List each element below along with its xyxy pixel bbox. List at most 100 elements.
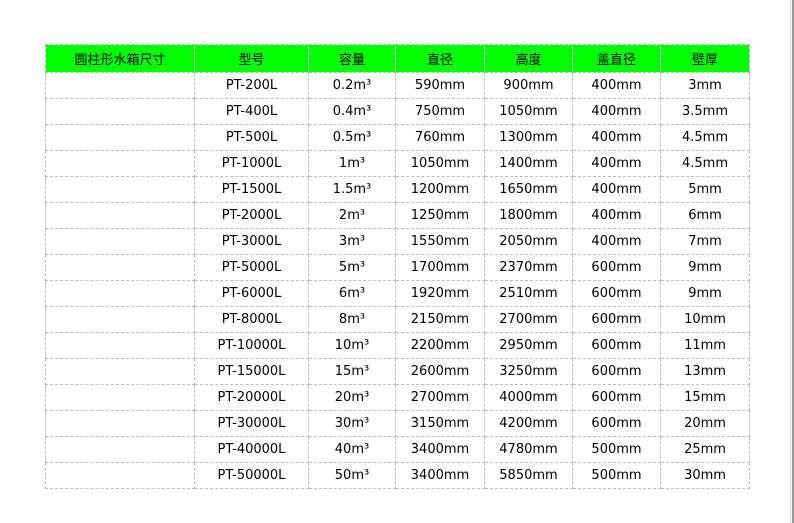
cell-lid-diameter: 400mm — [572, 202, 661, 229]
cell-wall-thickness: 7mm — [660, 228, 750, 255]
cell-tank-size — [45, 176, 195, 203]
tank-dimensions-table: 圆柱形水箱尺寸 型号 容量 直径 高度 盖直径 壁厚 PT-200L 0.2m³ 5… — [45, 44, 750, 489]
header-diameter: 直径 — [395, 44, 485, 73]
cell-tank-size — [45, 254, 195, 281]
table-row: PT-500L 0.5m³ 760mm 1300mm 400mm 4.5mm — [45, 124, 750, 151]
cell-height: 4000mm — [484, 384, 573, 411]
table-row: PT-10000L 10m³ 2200mm 2950mm 600mm 11mm — [45, 332, 750, 359]
window-border-inner — [790, 0, 791, 523]
cell-model: PT-15000L — [194, 358, 309, 385]
cell-height: 1300mm — [484, 124, 573, 151]
cell-wall-thickness: 30mm — [660, 462, 750, 489]
cell-lid-diameter: 600mm — [572, 358, 661, 385]
cell-diameter: 1200mm — [395, 176, 485, 203]
table-row: PT-1500L 1.5m³ 1200mm 1650mm 400mm 5mm — [45, 176, 750, 203]
cell-capacity: 0.4m³ — [308, 98, 396, 125]
table-row: PT-50000L 50m³ 3400mm 5850mm 500mm 30mm — [45, 462, 750, 489]
cell-height: 2700mm — [484, 306, 573, 333]
cell-model: PT-1000L — [194, 150, 309, 177]
cell-diameter: 1250mm — [395, 202, 485, 229]
cell-diameter: 3150mm — [395, 410, 485, 437]
cell-wall-thickness: 25mm — [660, 436, 750, 463]
cell-lid-diameter: 500mm — [572, 462, 661, 489]
cell-model: PT-6000L — [194, 280, 309, 307]
cell-height: 1650mm — [484, 176, 573, 203]
cell-lid-diameter: 400mm — [572, 72, 661, 99]
cell-model: PT-5000L — [194, 254, 309, 281]
table-row: PT-2000L 2m³ 1250mm 1800mm 400mm 6mm — [45, 202, 750, 229]
cell-capacity: 40m³ — [308, 436, 396, 463]
cell-model: PT-3000L — [194, 228, 309, 255]
cell-model: PT-2000L — [194, 202, 309, 229]
table-row: PT-200L 0.2m³ 590mm 900mm 400mm 3mm — [45, 72, 750, 99]
cell-height: 900mm — [484, 72, 573, 99]
table-row: PT-5000L 5m³ 1700mm 2370mm 600mm 9mm — [45, 254, 750, 281]
cell-model: PT-50000L — [194, 462, 309, 489]
cell-tank-size — [45, 384, 195, 411]
cell-wall-thickness: 13mm — [660, 358, 750, 385]
cell-diameter: 2200mm — [395, 332, 485, 359]
cell-capacity: 2m³ — [308, 202, 396, 229]
cell-capacity: 5m³ — [308, 254, 396, 281]
header-capacity: 容量 — [308, 44, 396, 73]
table-header-row: 圆柱形水箱尺寸 型号 容量 直径 高度 盖直径 壁厚 — [45, 44, 750, 73]
cell-diameter: 750mm — [395, 98, 485, 125]
cell-capacity: 0.2m³ — [308, 72, 396, 99]
cell-capacity: 1m³ — [308, 150, 396, 177]
cell-diameter: 3400mm — [395, 462, 485, 489]
cell-tank-size — [45, 332, 195, 359]
cell-tank-size — [45, 306, 195, 333]
cell-wall-thickness: 15mm — [660, 384, 750, 411]
cell-wall-thickness: 4.5mm — [660, 150, 750, 177]
cell-lid-diameter: 400mm — [572, 228, 661, 255]
cell-capacity: 8m³ — [308, 306, 396, 333]
cell-capacity: 6m³ — [308, 280, 396, 307]
cell-diameter: 760mm — [395, 124, 485, 151]
cell-wall-thickness: 11mm — [660, 332, 750, 359]
cell-capacity: 50m³ — [308, 462, 396, 489]
table-row: PT-40000L 40m³ 3400mm 4780mm 500mm 25mm — [45, 436, 750, 463]
cell-tank-size — [45, 124, 195, 151]
cell-diameter: 3400mm — [395, 436, 485, 463]
cell-wall-thickness: 10mm — [660, 306, 750, 333]
cell-height: 5850mm — [484, 462, 573, 489]
cell-wall-thickness: 9mm — [660, 254, 750, 281]
cell-tank-size — [45, 436, 195, 463]
cell-diameter: 2600mm — [395, 358, 485, 385]
cell-height: 1800mm — [484, 202, 573, 229]
cell-height: 2510mm — [484, 280, 573, 307]
cell-wall-thickness: 3.5mm — [660, 98, 750, 125]
cell-tank-size — [45, 72, 195, 99]
cell-lid-diameter: 400mm — [572, 150, 661, 177]
cell-tank-size — [45, 358, 195, 385]
cell-wall-thickness: 4.5mm — [660, 124, 750, 151]
header-model: 型号 — [194, 44, 309, 73]
cell-diameter: 1700mm — [395, 254, 485, 281]
cell-wall-thickness: 6mm — [660, 202, 750, 229]
cell-model: PT-8000L — [194, 306, 309, 333]
cell-capacity: 0.5m³ — [308, 124, 396, 151]
cell-diameter: 590mm — [395, 72, 485, 99]
cell-wall-thickness: 9mm — [660, 280, 750, 307]
cell-capacity: 1.5m³ — [308, 176, 396, 203]
cell-capacity: 20m³ — [308, 384, 396, 411]
cell-lid-diameter: 500mm — [572, 436, 661, 463]
cell-model: PT-30000L — [194, 410, 309, 437]
cell-lid-diameter: 400mm — [572, 98, 661, 125]
cell-capacity: 15m³ — [308, 358, 396, 385]
cell-lid-diameter: 600mm — [572, 332, 661, 359]
cell-diameter: 2150mm — [395, 306, 485, 333]
table-row: PT-8000L 8m³ 2150mm 2700mm 600mm 10mm — [45, 306, 750, 333]
cell-lid-diameter: 600mm — [572, 410, 661, 437]
header-tank-size: 圆柱形水箱尺寸 — [45, 44, 195, 73]
cell-model: PT-200L — [194, 72, 309, 99]
cell-capacity: 10m³ — [308, 332, 396, 359]
cell-height: 2950mm — [484, 332, 573, 359]
cell-capacity: 30m³ — [308, 410, 396, 437]
cell-tank-size — [45, 228, 195, 255]
table-row: PT-20000L 20m³ 2700mm 4000mm 600mm 15mm — [45, 384, 750, 411]
cell-tank-size — [45, 202, 195, 229]
cell-model: PT-10000L — [194, 332, 309, 359]
cell-wall-thickness: 3mm — [660, 72, 750, 99]
cell-height: 1400mm — [484, 150, 573, 177]
